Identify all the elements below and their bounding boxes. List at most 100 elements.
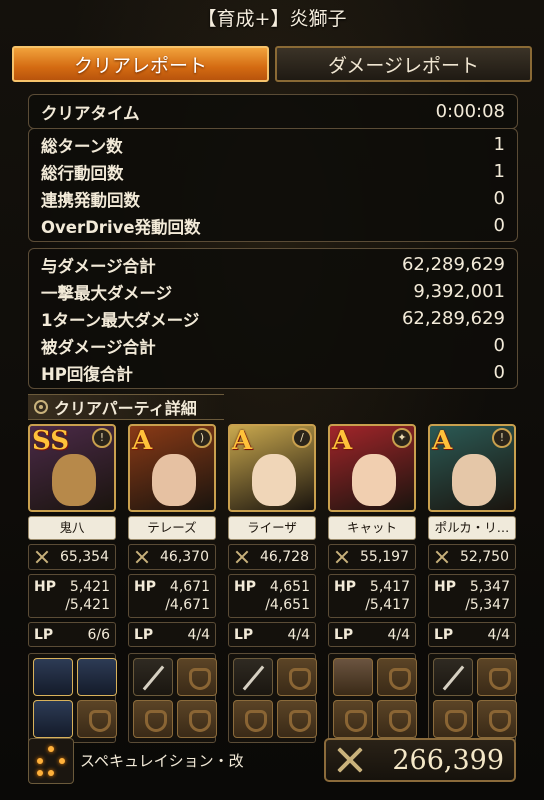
empty-slot-icon[interactable] — [133, 700, 173, 738]
weapon-slot[interactable] — [133, 658, 173, 696]
tab-clear-report[interactable]: クリアレポート — [12, 46, 269, 82]
count-label: 連携発動回数 — [41, 190, 140, 210]
power-box: 65,354 — [28, 544, 116, 570]
rank-icon: SS — [32, 426, 69, 456]
character-portrait[interactable]: A ! — [428, 424, 516, 512]
lp-label: LP — [34, 626, 54, 643]
lp-box: LP 4/4 — [128, 622, 216, 647]
hp-value: 4,671 — [169, 578, 210, 595]
damage-row: HP回復合計 0 — [29, 359, 517, 386]
hp-max: /4,651 — [265, 597, 310, 613]
hp-max: /5,421 — [65, 597, 110, 613]
party-list: SS ! 鬼八 65,354 HP 5,421 /5,421 LP 6/6 A ) … — [28, 424, 517, 743]
power-box: 46,728 — [228, 544, 316, 570]
count-value: 1 — [493, 134, 505, 155]
empty-slot-icon[interactable] — [477, 658, 517, 696]
character-face — [52, 454, 96, 506]
power-value: 46,728 — [260, 549, 309, 565]
empty-slot-icon[interactable] — [177, 658, 217, 696]
empty-slot-icon[interactable] — [477, 700, 517, 738]
damage-row: 一撃最大ダメージ 9,392,001 — [29, 278, 517, 305]
weapon-type-icon: ) — [192, 428, 212, 448]
hp-value: 5,347 — [469, 578, 510, 595]
equipment-slot[interactable] — [33, 658, 73, 696]
hp-box: HP 5,417 /5,417 — [328, 574, 416, 618]
sword-icon — [336, 746, 364, 774]
rank-icon: A — [432, 426, 453, 456]
weapon-slot[interactable] — [233, 658, 273, 696]
lp-label: LP — [234, 626, 254, 643]
party-section-header: クリアパーティ詳細 — [28, 394, 224, 420]
hp-max: /4,671 — [165, 597, 210, 613]
equipment-grid — [128, 653, 217, 743]
hp-label: HP — [34, 578, 56, 595]
power-value: 55,197 — [360, 549, 409, 565]
formation-icon[interactable] — [28, 738, 74, 784]
character-face — [352, 454, 396, 506]
rank-icon: A — [232, 426, 253, 456]
total-power-value: 266,399 — [392, 744, 504, 776]
empty-slot-icon[interactable] — [277, 700, 317, 738]
clear-time-value: 0:00:08 — [435, 101, 505, 122]
hp-box: HP 5,421 /5,421 — [28, 574, 116, 618]
weapon-slot[interactable] — [433, 658, 473, 696]
lp-value: 4/4 — [387, 626, 410, 643]
party-member[interactable]: A ) テレーズ 46,370 HP 4,671 /4,671 LP 4/4 — [128, 424, 217, 743]
hp-box: HP 4,651 /4,651 — [228, 574, 316, 618]
lp-box: LP 6/6 — [28, 622, 116, 647]
empty-slot-icon[interactable] — [433, 700, 473, 738]
count-row: 連携発動回数 0 — [29, 185, 517, 212]
character-portrait[interactable]: A ✦ — [328, 424, 416, 512]
character-portrait[interactable]: A ) — [128, 424, 216, 512]
character-portrait[interactable]: A / — [228, 424, 316, 512]
character-face — [452, 454, 496, 506]
sword-icon — [235, 550, 249, 564]
clear-time-row: クリアタイム 0:00:08 — [29, 98, 517, 125]
party-member[interactable]: A ✦ キャット 55,197 HP 5,417 /5,417 LP 4/4 — [328, 424, 417, 743]
party-member[interactable]: SS ! 鬼八 65,354 HP 5,421 /5,421 LP 6/6 — [28, 424, 117, 743]
damage-value: 0 — [493, 335, 505, 356]
equipment-slot[interactable] — [33, 700, 73, 738]
party-header-label: クリアパーティ詳細 — [54, 399, 197, 418]
hp-value: 4,651 — [269, 578, 310, 595]
empty-slot-icon[interactable] — [177, 700, 217, 738]
party-member[interactable]: A ! ポルカ・リ… 52,750 HP 5,347 /5,347 LP 4/4 — [428, 424, 517, 743]
count-row: 総ターン数 1 — [29, 131, 517, 158]
rank-icon: A — [132, 426, 153, 456]
empty-slot-icon[interactable] — [377, 658, 417, 696]
empty-slot-icon[interactable] — [277, 658, 317, 696]
weapon-type-icon: ✦ — [392, 428, 412, 448]
character-portrait[interactable]: SS ! — [28, 424, 116, 512]
lp-value: 4/4 — [487, 626, 510, 643]
empty-slot-icon[interactable] — [233, 700, 273, 738]
empty-slot-icon[interactable] — [377, 700, 417, 738]
lp-box: LP 4/4 — [228, 622, 316, 647]
damage-row: 1ターン最大ダメージ 62,289,629 — [29, 305, 517, 332]
party-member[interactable]: A / ライーザ 46,728 HP 4,651 /4,651 LP 4/4 — [228, 424, 317, 743]
total-power-box: 266,399 — [324, 738, 516, 782]
hp-label: HP — [234, 578, 256, 595]
hp-max: /5,347 — [465, 597, 510, 613]
count-row: OverDrive発動回数 0 — [29, 212, 517, 239]
count-value: 0 — [493, 188, 505, 209]
character-name: キャット — [328, 516, 416, 540]
damage-panel: 与ダメージ合計 62,289,629 一撃最大ダメージ 9,392,001 1ターン… — [28, 248, 518, 389]
damage-label: 一撃最大ダメージ — [41, 283, 173, 303]
sword-icon — [35, 550, 49, 564]
character-name: ライーザ — [228, 516, 316, 540]
equipment-slot[interactable] — [77, 658, 117, 696]
damage-label: 被ダメージ合計 — [41, 337, 156, 357]
empty-slot-icon[interactable] — [333, 700, 373, 738]
hp-value: 5,421 — [69, 578, 110, 595]
clear-time-label: クリアタイム — [41, 103, 140, 123]
count-value: 0 — [493, 215, 505, 236]
gear-icon — [34, 400, 48, 414]
fist-slot-icon[interactable] — [333, 658, 373, 696]
tab-damage-report[interactable]: ダメージレポート — [275, 46, 532, 82]
equipment-grid — [28, 653, 117, 743]
damage-value: 9,392,001 — [413, 281, 505, 302]
hp-box: HP 5,347 /5,347 — [428, 574, 516, 618]
sword-icon — [435, 550, 449, 564]
hp-label: HP — [134, 578, 156, 595]
empty-slot-icon[interactable] — [77, 700, 117, 738]
